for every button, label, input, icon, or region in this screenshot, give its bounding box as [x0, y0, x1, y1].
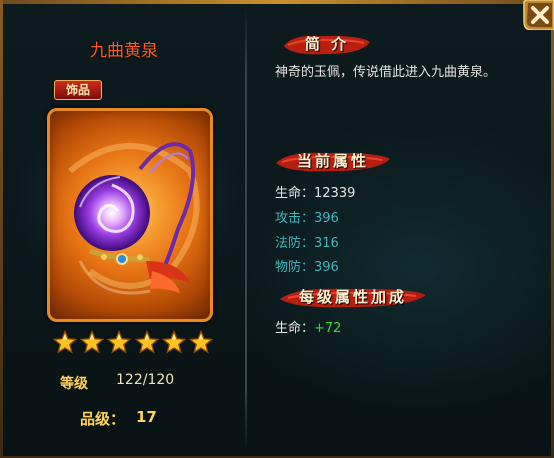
- star-rating: [53, 330, 213, 354]
- stat-value: 12339: [314, 186, 356, 201]
- level-value: 122/120: [116, 372, 175, 388]
- bonus-label: 生命：: [275, 321, 315, 336]
- level-label: 等级: [60, 376, 88, 392]
- star-icon: [53, 330, 77, 354]
- bonus-value: +72: [314, 321, 342, 336]
- intro-title: 简 介: [304, 35, 350, 53]
- close-button[interactable]: [522, 0, 554, 31]
- star-icon: [107, 330, 132, 354]
- per-level-bonus-title: 每级属性加成: [298, 288, 407, 306]
- stat-row-physical-defense: 物防：396: [275, 256, 339, 275]
- intro-heading: 简 介: [282, 30, 372, 58]
- star-icon: [188, 330, 213, 354]
- item-info-panel: 九曲黄泉 饰品 等级 122/120 品级： 17 简 介 神奇的玉佩，传说借此…: [0, 0, 554, 458]
- stat-value: 396: [314, 260, 339, 275]
- grade-value: 17: [136, 408, 157, 426]
- star-icon: [80, 330, 105, 354]
- star-icon: [161, 330, 186, 354]
- stat-value: 316: [314, 236, 339, 251]
- stat-row-attack: 攻击：396: [275, 207, 339, 226]
- current-attributes-title: 当前属性: [296, 152, 369, 170]
- stat-label: 物防：: [275, 260, 315, 275]
- item-name: 九曲黄泉: [90, 41, 158, 61]
- bonus-row-hp: 生命：+72: [275, 317, 341, 336]
- jade-pendant-icon: [68, 142, 200, 295]
- item-card[interactable]: [47, 108, 213, 322]
- stat-row-hp: 生命：12339: [275, 182, 355, 201]
- stat-label: 法防：: [275, 236, 315, 251]
- frame-border-left: [0, 0, 3, 458]
- intro-description: 神奇的玉佩，传说借此进入九曲黄泉。: [275, 65, 497, 80]
- stat-row-magic-defense: 法防：316: [275, 232, 339, 251]
- stat-value: 396: [314, 211, 339, 226]
- current-attributes-heading: 当前属性: [274, 147, 392, 175]
- close-icon: [523, 0, 554, 31]
- category-badge: 饰品: [54, 80, 102, 100]
- grade-label: 品级：: [80, 410, 126, 428]
- stat-label: 攻击：: [275, 211, 315, 226]
- per-level-bonus-heading: 每级属性加成: [278, 283, 428, 311]
- panel-divider: [245, 8, 247, 453]
- frame-border-top: [0, 0, 554, 4]
- stat-label: 生命：: [275, 186, 315, 201]
- star-icon: [134, 330, 159, 354]
